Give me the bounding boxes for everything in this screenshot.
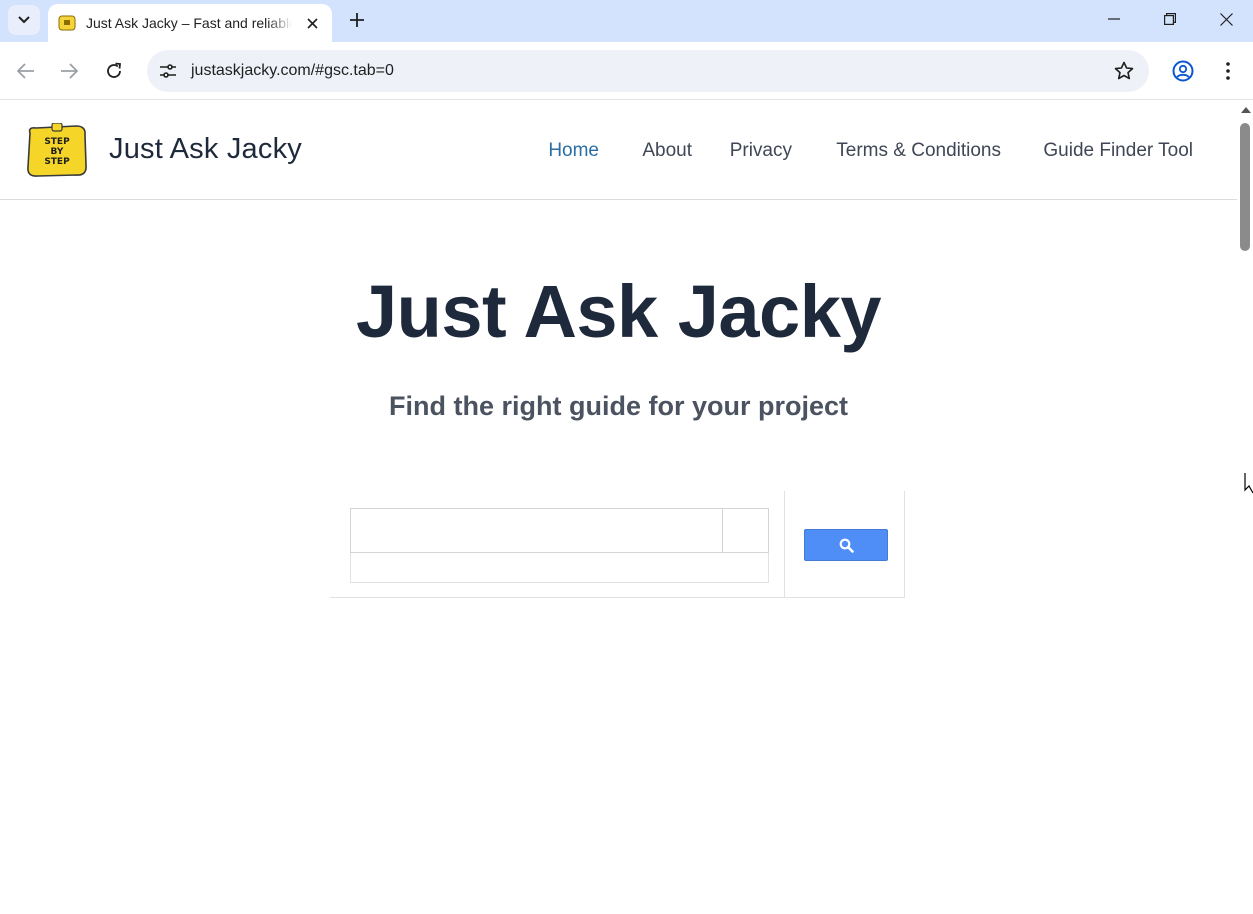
arrow-right-icon [61,63,78,79]
bookmark-button[interactable] [1113,60,1135,82]
logo-text-2: BY [51,147,64,157]
browser-toolbar: justaskjacky.com/#gsc.tab=0 [0,42,1253,100]
forward-button[interactable] [56,58,82,84]
reload-button[interactable] [101,58,127,84]
more-vert-icon [1226,62,1230,80]
arrow-left-icon [17,63,34,79]
search-input[interactable] [350,508,722,553]
profile-button[interactable] [1171,59,1195,83]
search-divider [784,491,785,598]
search-button[interactable] [804,529,888,561]
mouse-cursor-icon [1244,473,1253,494]
logo-text-3: STEP [44,157,70,167]
hero-subtitle: Find the right guide for your project [389,391,848,421]
tab-search-button[interactable] [8,5,40,35]
search-clear-area[interactable] [722,508,769,553]
minimize-button[interactable] [1099,6,1129,32]
nav-item-terms-conditions[interactable]: Terms & Conditions [836,140,1001,162]
page-viewport: STEP BY STEP Just Ask Jacky Home About P… [0,101,1237,914]
star-icon [1114,61,1134,80]
site-info-button[interactable] [157,61,179,81]
nav-item-about[interactable]: About [642,140,692,162]
step-by-step-logo-icon: STEP BY STEP [27,122,87,177]
site-header: STEP BY STEP Just Ask Jacky Home About P… [0,101,1237,200]
plus-icon [350,13,364,27]
address-bar[interactable]: justaskjacky.com/#gsc.tab=0 [147,50,1149,92]
browser-tab-bar: Just Ask Jacky – Fast and reliable [0,0,1253,42]
reload-icon [107,62,121,78]
search-widget [330,491,905,599]
restore-icon [1164,13,1176,25]
site-favicon-icon [58,15,76,31]
browser-tab-active[interactable]: Just Ask Jacky – Fast and reliable [48,4,332,42]
tune-icon [160,64,176,78]
minimize-icon [1108,18,1120,20]
site-title[interactable]: Just Ask Jacky [109,133,302,166]
search-icon [839,538,854,553]
logo-text-1: STEP [44,137,70,147]
nav-item-guide-finder-tool[interactable]: Guide Finder Tool [1043,140,1193,162]
scroll-thumb[interactable] [1240,123,1250,251]
close-window-button[interactable] [1211,6,1241,32]
nav-item-home[interactable]: Home [548,140,599,162]
page-scrollbar[interactable] [1237,101,1253,914]
search-suggestions-area [350,553,769,583]
close-icon [1219,12,1233,26]
back-button[interactable] [13,58,39,84]
new-tab-button[interactable] [345,8,369,32]
close-icon [306,17,318,29]
url-text: justaskjacky.com/#gsc.tab=0 [191,62,394,79]
chevron-down-icon [18,16,30,24]
account-circle-icon [1172,60,1194,82]
scroll-up-arrow-icon[interactable] [1241,107,1251,113]
search-border [330,597,905,598]
tab-title: Just Ask Jacky – Fast and reliable [86,15,292,31]
tab-close-button[interactable] [302,13,322,33]
search-border [904,491,905,598]
site-logo[interactable]: STEP BY STEP [24,122,90,179]
restore-button[interactable] [1155,6,1185,32]
hero-title: Just Ask Jacky [355,270,882,353]
nav-item-privacy[interactable]: Privacy [730,140,792,162]
browser-menu-button[interactable] [1218,59,1238,83]
